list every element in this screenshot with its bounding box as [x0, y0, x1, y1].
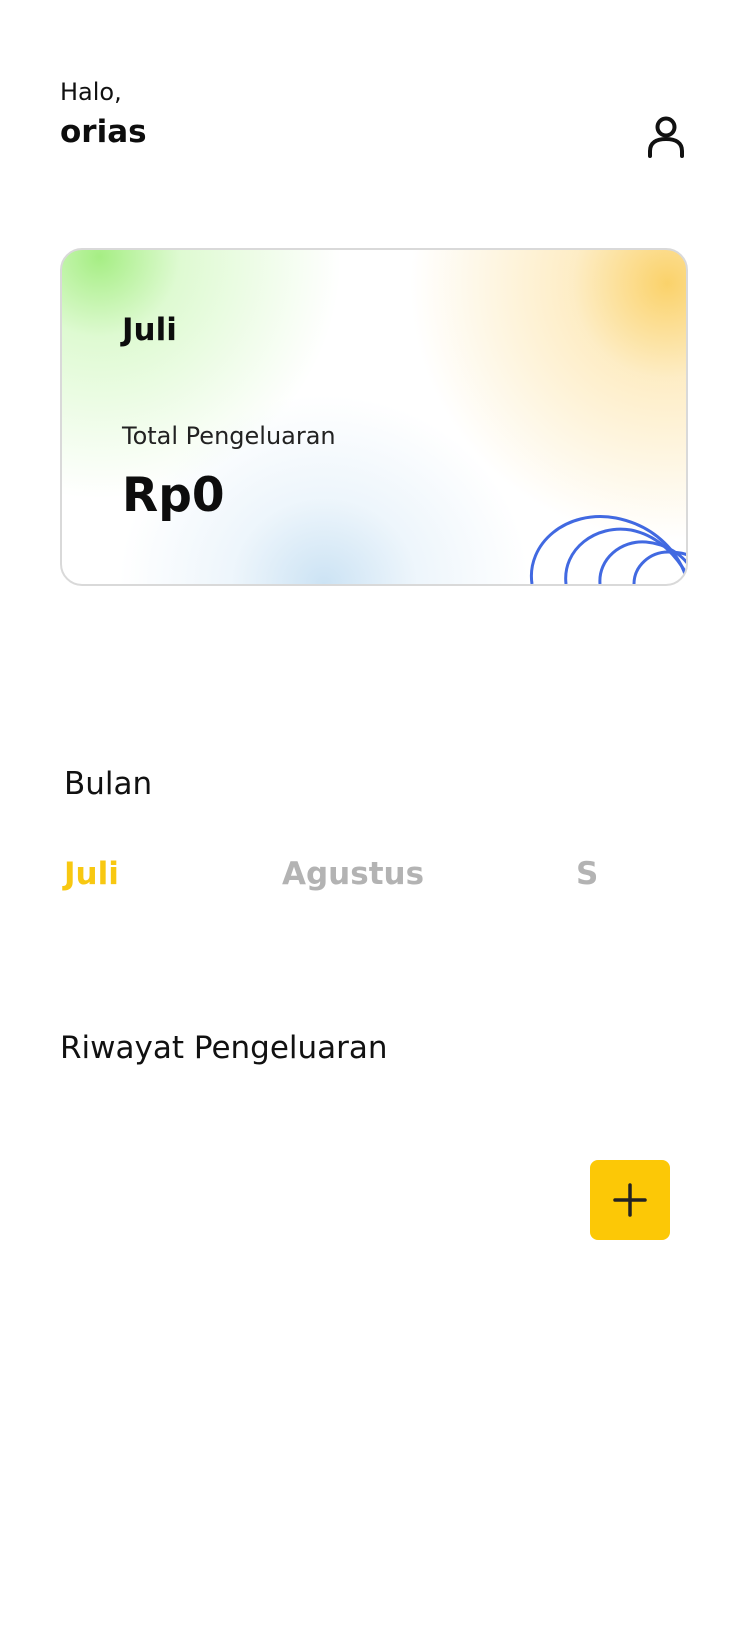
wave-decoration [529, 515, 686, 584]
month-tab-september[interactable]: S [576, 856, 598, 892]
month-tab-agustus[interactable]: Agustus [282, 856, 424, 892]
card-month: Juli [122, 312, 177, 348]
total-expense-amount: Rp0 [122, 468, 225, 523]
expense-summary-card: Juli Total Pengeluaran Rp0 [60, 248, 688, 586]
user-icon [648, 116, 684, 158]
plus-icon [613, 1183, 647, 1217]
greeting-text: Halo, [60, 78, 122, 106]
profile-button[interactable] [638, 108, 694, 164]
username: orias [60, 114, 147, 150]
total-expense-label: Total Pengeluaran [122, 422, 336, 450]
add-expense-button[interactable] [590, 1160, 670, 1240]
month-tab-juli[interactable]: Juli [64, 856, 119, 892]
history-section-title: Riwayat Pengeluaran [60, 1030, 388, 1066]
months-section-title: Bulan [64, 766, 153, 802]
